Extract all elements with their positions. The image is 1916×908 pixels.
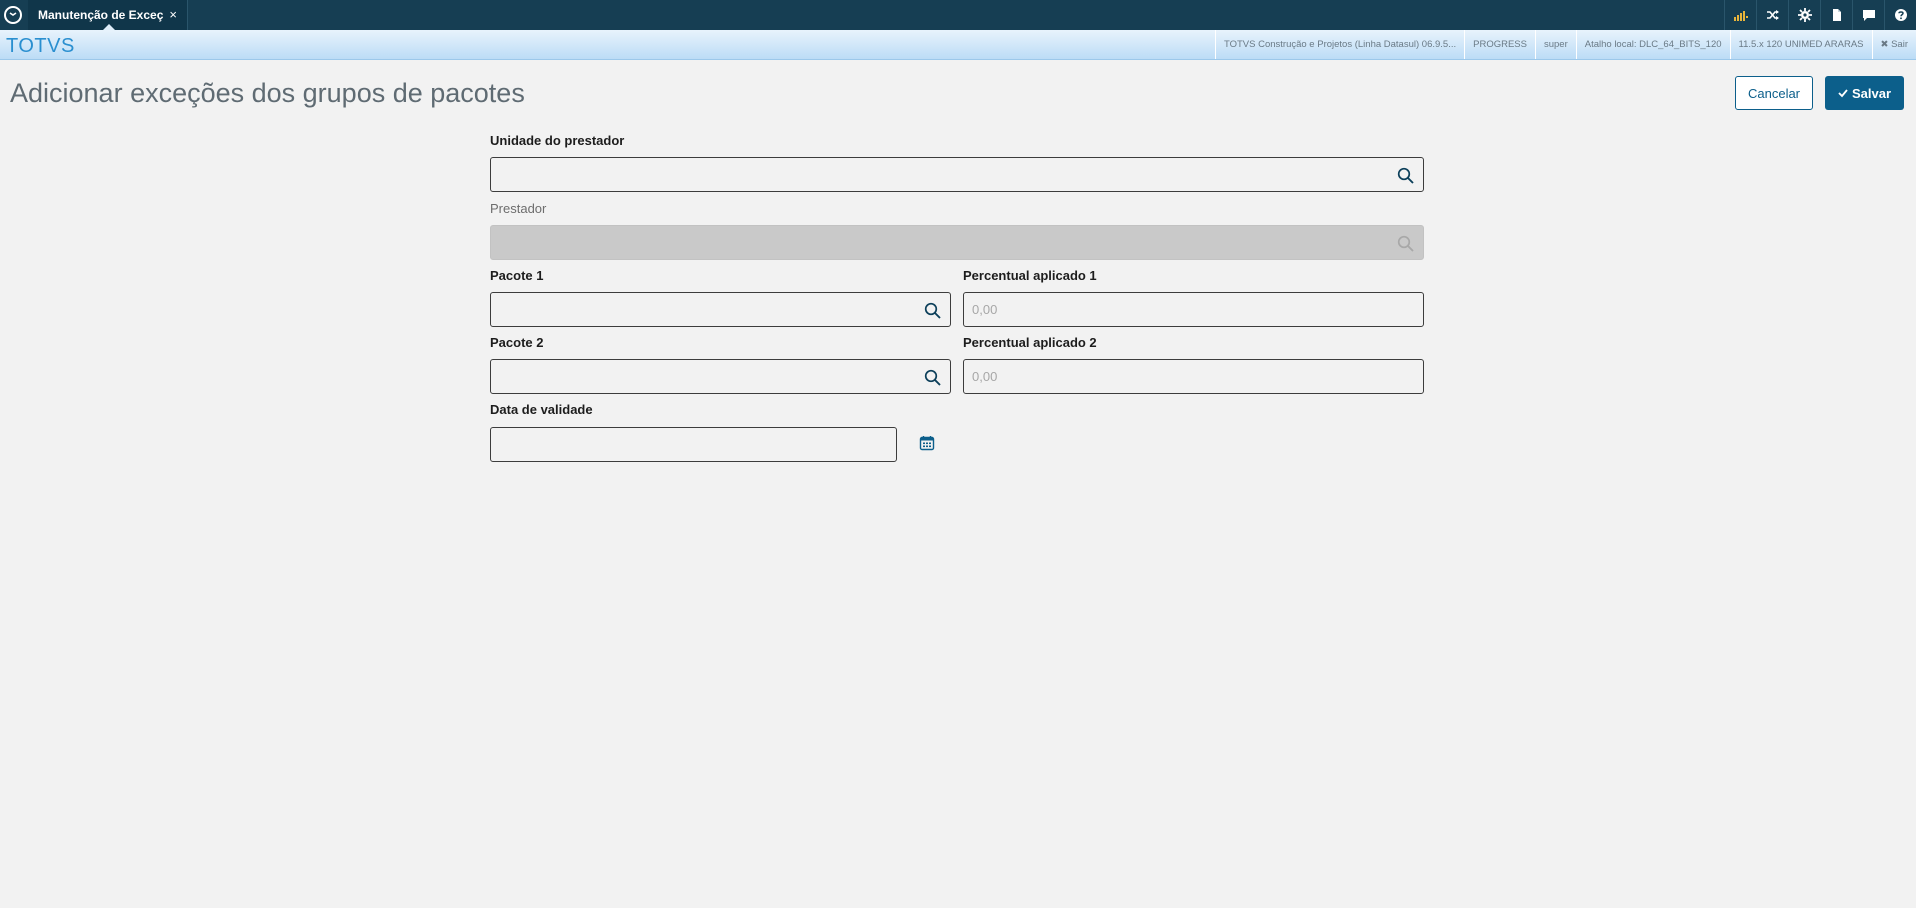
- prestador-field: [490, 225, 1424, 260]
- search-icon[interactable]: [924, 369, 941, 386]
- pacote2-input[interactable]: [491, 360, 950, 393]
- page-title: Adicionar exceções dos grupos de pacotes: [10, 78, 525, 108]
- version-info: 11.5.x 120 UNIMED ARARAS: [1729, 30, 1872, 59]
- tab-label: Manutenção de Exceç: [38, 8, 164, 22]
- save-button-label: Salvar: [1851, 85, 1892, 101]
- data-validade-label: Data de validade: [490, 402, 593, 417]
- top-icons: [1724, 0, 1916, 30]
- session-info: TOTVS Construção e Projetos (Linha Datas…: [1214, 30, 1916, 59]
- pacote2-field: [490, 359, 951, 394]
- percentual1-field: [963, 292, 1424, 327]
- logout-button[interactable]: ✖ Sair: [1871, 30, 1916, 59]
- data-validade-field: [490, 427, 897, 462]
- prestador-label: Prestador: [490, 201, 547, 216]
- help-icon[interactable]: [1884, 0, 1916, 30]
- database-info: PROGRESS: [1464, 30, 1535, 59]
- document-icon[interactable]: [1820, 0, 1852, 30]
- data-validade-input[interactable]: [491, 428, 896, 461]
- save-button[interactable]: Salvar: [1825, 76, 1904, 110]
- check-icon: [1838, 89, 1848, 98]
- percentual2-input[interactable]: [964, 360, 1423, 393]
- percentual1-label: Percentual aplicado 1: [963, 268, 1097, 283]
- pacote1-field: [490, 292, 951, 327]
- home-icon[interactable]: [4, 6, 22, 24]
- search-icon: [1397, 235, 1414, 252]
- percentual1-input[interactable]: [964, 293, 1423, 326]
- gear-icon[interactable]: [1788, 0, 1820, 30]
- prestador-input: [491, 226, 1423, 259]
- search-icon[interactable]: [1397, 167, 1414, 184]
- pacote1-label: Pacote 1: [490, 268, 544, 283]
- calendar-icon[interactable]: [919, 435, 935, 451]
- percentual2-field: [963, 359, 1424, 394]
- search-icon[interactable]: [924, 302, 941, 319]
- chat-icon[interactable]: [1852, 0, 1884, 30]
- unidade-field: [490, 157, 1424, 192]
- user-info: super: [1534, 30, 1576, 59]
- percentual2-label: Percentual aplicado 2: [963, 335, 1097, 350]
- brand-bar: TOTVS TOTVS Construção e Projetos (Linha…: [0, 30, 1916, 60]
- brand-logo: TOTVS: [6, 35, 75, 57]
- signal-icon[interactable]: [1724, 0, 1756, 30]
- top-bar: Manutenção de Exceç ×: [0, 0, 1916, 30]
- tab-manutencao[interactable]: Manutenção de Exceç ×: [28, 0, 188, 30]
- shuffle-icon[interactable]: [1756, 0, 1788, 30]
- pacote1-input[interactable]: [491, 293, 950, 326]
- unidade-label: Unidade do prestador: [490, 133, 625, 148]
- tab-close-button[interactable]: ×: [169, 7, 177, 22]
- unidade-input[interactable]: [491, 158, 1423, 191]
- shortcut-info: Atalho local: DLC_64_BITS_120: [1575, 30, 1730, 59]
- product-info: TOTVS Construção e Projetos (Linha Datas…: [1214, 30, 1464, 59]
- pacote2-label: Pacote 2: [490, 335, 544, 350]
- cancel-button[interactable]: Cancelar: [1735, 76, 1813, 110]
